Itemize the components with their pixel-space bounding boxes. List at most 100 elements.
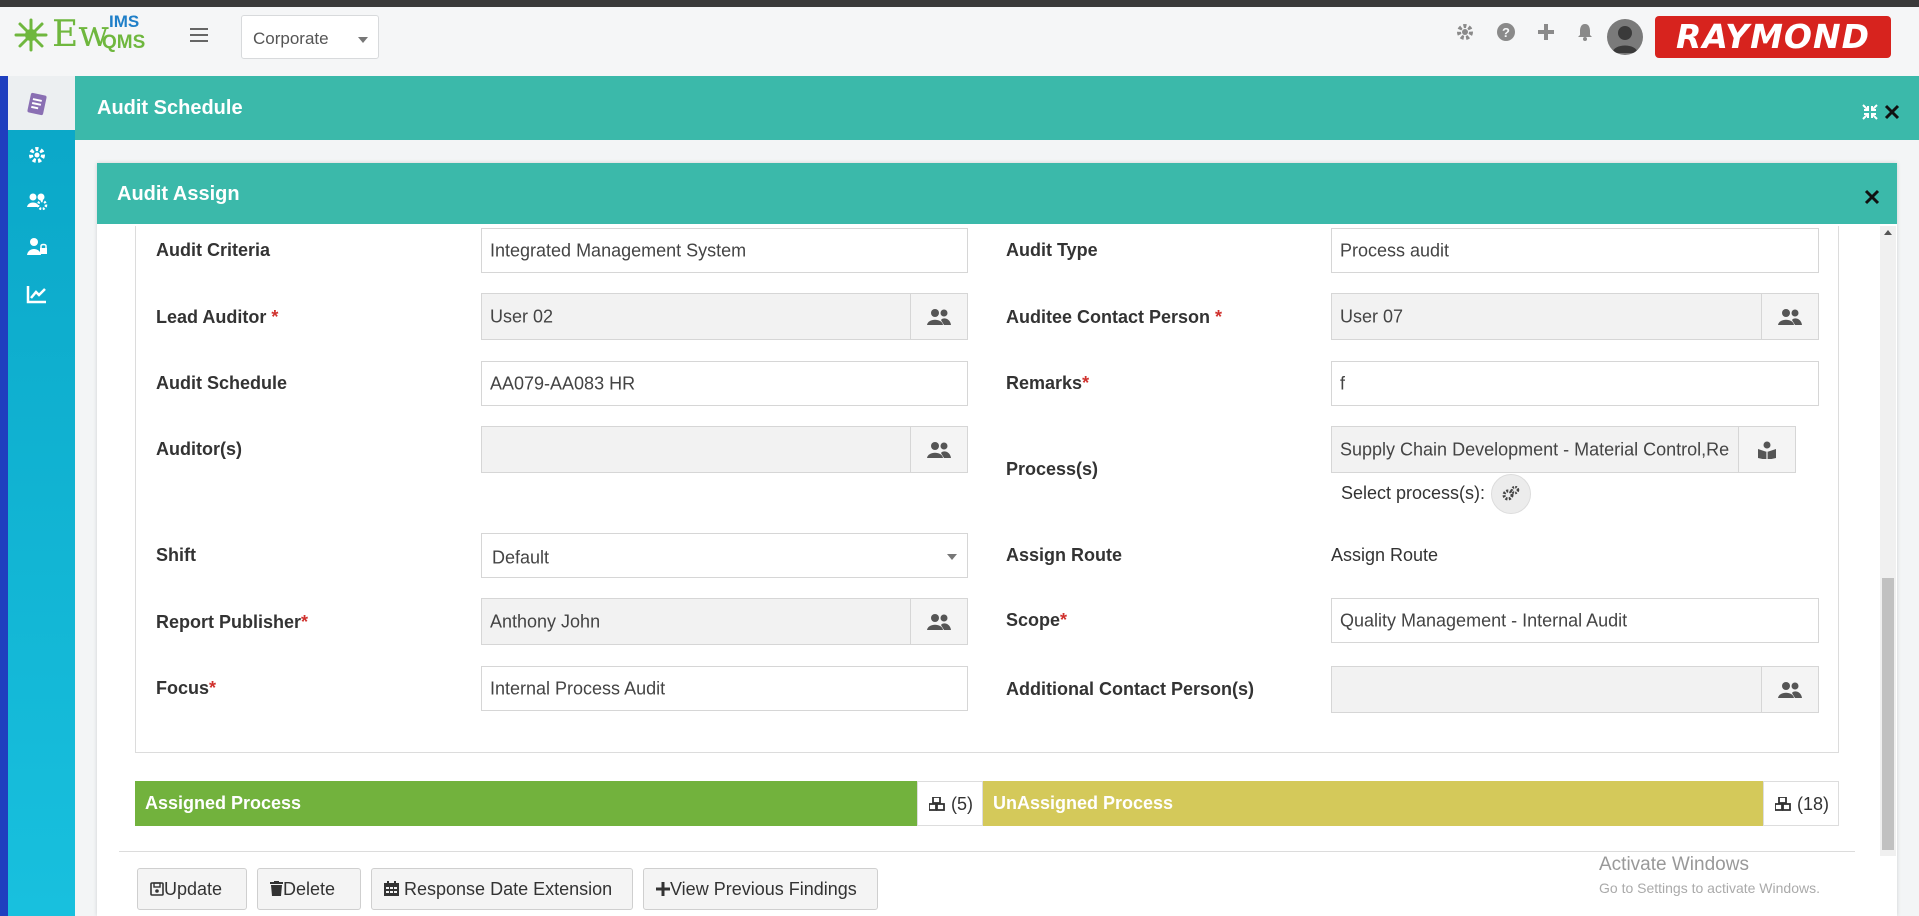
required-mark: *	[301, 612, 309, 632]
calendar-icon	[384, 881, 399, 896]
brand-logo: RAYMOND	[1655, 16, 1891, 58]
chevron-down-icon	[358, 37, 368, 43]
view-previous-findings-label: View Previous Findings	[670, 879, 857, 899]
assigned-process-count-value: (5)	[951, 794, 973, 814]
remarks-label: Remarks*	[1006, 373, 1089, 394]
lead-auditor-value: User 02	[490, 306, 554, 326]
audit-assign-header	[97, 163, 1897, 224]
scrollbar-thumb[interactable]	[1882, 578, 1894, 850]
required-mark: *	[1060, 610, 1068, 630]
users-icon	[1778, 681, 1802, 698]
scroll-up-arrow-icon[interactable]	[1884, 230, 1892, 235]
users-icon	[927, 613, 951, 630]
scope-label: Scope*	[1006, 610, 1067, 631]
select-processes-label: Select process(s):	[1341, 483, 1486, 503]
chart-icon[interactable]	[26, 283, 48, 305]
plus-icon[interactable]	[1536, 22, 1556, 42]
focus-field[interactable]: Internal Process Audit	[481, 666, 968, 711]
unassigned-process-bar[interactable]: UnAssigned Process	[983, 781, 1763, 826]
additional-contact-label: Additional Contact Person(s)	[1006, 679, 1254, 700]
shift-select-value: Default	[492, 547, 550, 568]
remarks-field[interactable]: f	[1331, 361, 1819, 406]
cogs-icon	[1502, 486, 1520, 501]
gear-icon[interactable]	[1455, 22, 1475, 42]
company-select[interactable]: Corporate	[241, 15, 379, 59]
close-modal-icon[interactable]	[1864, 189, 1880, 210]
auditors-field[interactable]	[481, 426, 968, 473]
sunburst-icon	[14, 18, 48, 52]
scope-field[interactable]: Quality Management - Internal Audit	[1331, 598, 1819, 643]
help-icon[interactable]: ?	[1496, 22, 1516, 42]
assigned-process-count[interactable]: (5)	[917, 781, 983, 826]
auditors-picker-button[interactable]	[910, 426, 968, 473]
additional-contact-field[interactable]	[1331, 666, 1819, 713]
audit-type-label: Audit Type	[1006, 240, 1098, 261]
logo-ims: IMS	[109, 12, 140, 31]
report-publisher-field[interactable]: Anthony John	[481, 598, 968, 645]
app-logo[interactable]: Ew IMS QMS	[14, 12, 164, 56]
auditors-label-text: Auditor(s)	[156, 439, 242, 459]
view-previous-findings-button[interactable]: View Previous Findings	[643, 868, 878, 910]
plus-icon	[656, 882, 670, 896]
focus-label-text: Focus	[156, 678, 210, 698]
shift-label-text: Shift	[156, 545, 196, 565]
response-date-extension-button[interactable]: Response Date Extension	[371, 868, 633, 910]
shift-label: Shift	[156, 545, 196, 566]
audit-schedule-label: Audit Schedule	[156, 373, 287, 394]
delete-button[interactable]: Delete	[257, 868, 361, 910]
additional-contact-picker-button[interactable]	[1761, 666, 1819, 713]
settings-icon[interactable]	[26, 144, 48, 166]
svg-text:?: ?	[1502, 25, 1510, 40]
compress-icon[interactable]	[1862, 104, 1878, 125]
users-gear-icon[interactable]	[26, 190, 48, 212]
update-button-label: Update	[164, 879, 223, 899]
chevron-down-icon	[947, 554, 957, 560]
audit-criteria-field[interactable]: Integrated Management System	[481, 228, 968, 273]
assigned-process-bar[interactable]: Assigned Process	[135, 781, 917, 826]
document-icon[interactable]	[24, 91, 50, 117]
auditee-contact-label: Auditee Contact Person *	[1006, 307, 1222, 328]
modal-title: Audit Assign	[117, 183, 240, 205]
update-button[interactable]: Update	[137, 868, 247, 910]
processes-value: Supply Chain Development - Material Cont…	[1340, 439, 1730, 459]
lead-auditor-field[interactable]: User 02	[481, 293, 968, 340]
remarks-value: f	[1340, 373, 1346, 393]
select-processes-button[interactable]	[1491, 474, 1531, 514]
processes-picker-button[interactable]	[1738, 426, 1796, 473]
bell-icon[interactable]	[1575, 22, 1595, 42]
auditee-contact-field[interactable]: User 07	[1331, 293, 1819, 340]
processes-label-text: Process(s)	[1006, 459, 1099, 479]
audit-type-field[interactable]: Process audit	[1331, 228, 1819, 273]
required-mark: *	[1082, 373, 1090, 393]
lead-auditor-label: Lead Auditor *	[156, 307, 278, 328]
assign-route-value: Assign Route	[1331, 545, 1439, 565]
audit-type-label-text: Audit Type	[1006, 240, 1098, 260]
menu-toggle-icon[interactable]	[190, 22, 208, 50]
lead-auditor-picker-button[interactable]	[910, 293, 968, 340]
processes-field[interactable]: Supply Chain Development - Material Cont…	[1331, 426, 1796, 473]
trash-icon	[270, 881, 283, 896]
auditee-contact-picker-button[interactable]	[1761, 293, 1819, 340]
user-avatar-icon[interactable]	[1607, 19, 1643, 55]
logo-text: Ew	[52, 14, 110, 55]
unassigned-process-count-value: (18)	[1797, 794, 1830, 814]
user-lock-icon[interactable]	[26, 236, 48, 258]
shift-select[interactable]: Default	[481, 533, 968, 578]
unassigned-process-count[interactable]: (18)	[1763, 781, 1839, 826]
additional-contact-label-text: Additional Contact Person(s)	[1006, 679, 1255, 699]
auditee-contact-value: User 07	[1340, 306, 1404, 326]
report-publisher-picker-button[interactable]	[910, 598, 968, 645]
assigned-process-label: Assigned Process	[145, 793, 302, 813]
activate-windows-title: Activate Windows	[1599, 854, 1749, 875]
audit-schedule-field[interactable]: AA079-AA083 HR	[481, 361, 968, 406]
audit-type-value: Process audit	[1340, 240, 1450, 260]
logo-qms: QMS	[102, 32, 146, 53]
auditee-contact-label-text: Auditee Contact Person	[1006, 307, 1211, 327]
audit-schedule-value: AA079-AA083 HR	[490, 373, 636, 393]
cubes-icon	[929, 797, 945, 811]
response-date-extension-label: Response Date Extension	[404, 879, 613, 899]
report-publisher-label: Report Publisher*	[156, 612, 308, 633]
close-panel-icon[interactable]	[1884, 104, 1900, 125]
focus-label: Focus*	[156, 678, 216, 699]
audit-criteria-label-text: Audit Criteria	[156, 240, 271, 260]
